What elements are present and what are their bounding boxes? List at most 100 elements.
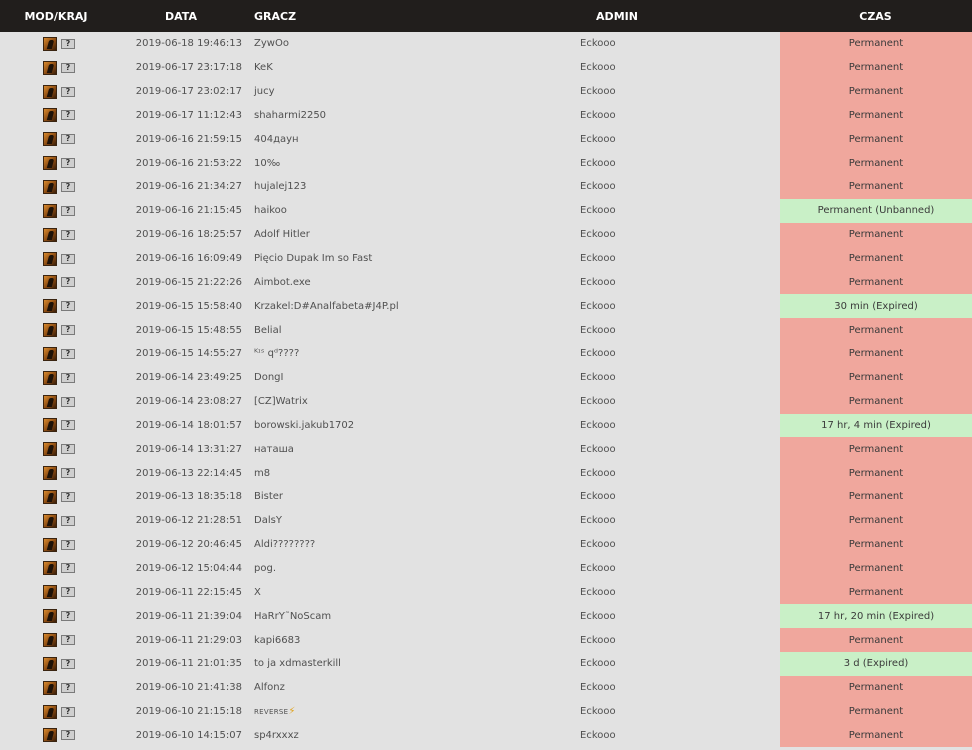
table-row[interactable]: ? 2019-06-11 21:01:35 to ja xdmasterkill Ec… xyxy=(0,651,972,676)
ban-length: Permanent xyxy=(780,341,972,366)
player-name[interactable]: Belial xyxy=(250,325,580,336)
table-row[interactable]: ? 2019-06-13 22:14:45 m8 Eckooo Permanent xyxy=(0,461,972,486)
unknown-flag-icon: ? xyxy=(61,682,75,693)
ban-date: 2019-06-11 21:39:04 xyxy=(135,610,242,622)
table-row[interactable]: ? 2019-06-16 21:59:15 404даун Eckooo Permane… xyxy=(0,127,972,152)
player-name[interactable]: REVERSE⚡ xyxy=(250,706,580,717)
table-row[interactable]: ? 2019-06-10 14:15:07 sp4rxxxz Eckooo Perman… xyxy=(0,723,972,748)
unknown-flag-icon: ? xyxy=(61,372,75,383)
player-name[interactable]: ᴷᶦˢ qᵈ???? xyxy=(250,348,580,359)
admin-name: Eckooo xyxy=(580,396,616,408)
player-name-text: Pięcio Dupak Im so Fast xyxy=(254,253,373,265)
mod-country-cell: ? xyxy=(0,513,112,528)
player-name[interactable]: KeK xyxy=(250,62,580,73)
player-name[interactable]: Aimbot.exe xyxy=(250,277,580,288)
table-row[interactable]: ? 2019-06-12 15:04:44 pog. Eckooo Permanent xyxy=(0,556,972,581)
ban-date: 2019-06-14 18:01:57 xyxy=(135,419,242,431)
player-name[interactable]: Bister xyxy=(250,491,580,502)
player-name[interactable]: haikoo xyxy=(250,205,580,216)
ban-length: Permanent xyxy=(780,222,972,247)
table-row[interactable]: ? 2019-06-16 21:34:27 hujalej123 Eckooo Perm… xyxy=(0,175,972,199)
mod-country-cell: ? xyxy=(0,466,112,481)
ban-date: 2019-06-13 18:35:18 xyxy=(135,491,242,503)
table-row[interactable]: ? 2019-06-11 21:39:04 HaRrY˜NoScam Eckooo 17… xyxy=(0,604,972,629)
table-row[interactable]: ? 2019-06-12 21:28:51 DalsY Eckooo Permanent xyxy=(0,508,972,533)
unknown-flag-icon: ? xyxy=(61,158,75,169)
ban-length: Permanent xyxy=(780,628,972,652)
mod-country-cell: ? xyxy=(0,680,112,695)
table-row[interactable]: ? 2019-06-15 15:48:55 Belial Eckooo Permanen… xyxy=(0,318,972,342)
ban-date: 2019-06-13 22:14:45 xyxy=(135,467,242,479)
player-name[interactable]: HaRrY˜NoScam xyxy=(250,611,580,622)
table-row[interactable]: ? 2019-06-15 15:58:40 Krzakel:D#Analfabeta… xyxy=(0,294,972,319)
mod-country-cell: ? xyxy=(0,179,112,194)
table-row[interactable]: ? 2019-06-18 19:46:13 ZywOo Eckooo Permanent xyxy=(0,32,972,56)
unknown-flag-icon: ? xyxy=(61,491,75,502)
player-name[interactable]: kapi6683 xyxy=(250,635,580,646)
column-header-admin[interactable]: ADMIN xyxy=(435,10,779,23)
table-row[interactable]: ? 2019-06-10 21:15:18 REVERSE⚡ Eckooo Perman… xyxy=(0,699,972,724)
table-row[interactable]: ? 2019-06-11 21:29:03 kapi6683 Eckooo Perman… xyxy=(0,628,972,652)
player-name[interactable]: sp4rxxxz xyxy=(250,730,580,741)
unknown-flag-icon: ? xyxy=(61,348,75,359)
admin-name: Eckooo xyxy=(580,300,616,312)
player-name[interactable]: shaharmi2250 xyxy=(250,110,580,121)
player-name[interactable]: pog. xyxy=(250,563,580,574)
unknown-flag-icon: ? xyxy=(61,301,75,312)
ban-date: 2019-06-15 15:58:40 xyxy=(135,300,242,312)
player-name[interactable]: borowski.jakub1702 xyxy=(250,420,580,431)
column-header-length[interactable]: CZAS xyxy=(779,10,972,23)
player-name[interactable]: [CZ]Watrix xyxy=(250,396,580,407)
unknown-flag-icon: ? xyxy=(61,539,75,550)
table-row[interactable]: ? 2019-06-14 23:49:25 DongI Eckooo Permanent xyxy=(0,365,972,390)
player-name[interactable]: DongI xyxy=(250,372,580,383)
player-name[interactable]: Aldi???????? xyxy=(250,539,580,550)
player-name[interactable]: to ja xdmasterkill xyxy=(250,658,580,669)
mod-country-cell: ? xyxy=(0,704,112,719)
ban-length: Permanent xyxy=(780,270,972,295)
table-row[interactable]: ? 2019-06-17 11:12:43 shaharmi2250 Eckooo Pe… xyxy=(0,103,972,128)
player-name-text: 10‰ xyxy=(254,157,281,169)
table-row[interactable]: ? 2019-06-12 20:46:45 Aldi???????? Eckooo Pe… xyxy=(0,532,972,557)
game-mod-icon xyxy=(43,466,57,481)
mod-country-cell: ? xyxy=(0,561,112,576)
player-name[interactable]: Pięcio Dupak Im so Fast xyxy=(250,253,580,264)
player-name[interactable]: m8 xyxy=(250,468,580,479)
table-row[interactable]: ? 2019-06-15 21:22:26 Aimbot.exe Eckooo Perm… xyxy=(0,270,972,295)
table-row[interactable]: ? 2019-06-11 22:15:45 X Eckooo Permanent xyxy=(0,580,972,605)
player-name[interactable]: 404даун xyxy=(250,134,580,145)
unknown-flag-icon: ? xyxy=(61,110,75,121)
table-row[interactable]: ? 2019-06-10 21:41:38 Alfonz Eckooo Permanen… xyxy=(0,675,972,700)
column-header-mod-country[interactable]: MOD/KRAJ xyxy=(0,10,112,23)
player-name[interactable]: наташа xyxy=(250,444,580,455)
player-name[interactable]: hujalej123 xyxy=(250,181,580,192)
player-name[interactable]: Krzakel:D#Analfabeta#J4P.pl xyxy=(250,301,580,312)
table-row[interactable]: ? 2019-06-16 21:15:45 haikoo Eckooo Permanen… xyxy=(0,198,972,223)
table-row[interactable]: ? 2019-06-14 18:01:57 borowski.jakub1702 Ec… xyxy=(0,413,972,438)
player-name[interactable]: jucy xyxy=(250,86,580,97)
table-row[interactable]: ? 2019-06-14 23:08:27 [CZ]Watrix Eckooo Perm… xyxy=(0,389,972,414)
table-row[interactable]: ? 2019-06-17 23:17:18 KeK Eckooo Permanent xyxy=(0,55,972,80)
table-row[interactable]: ? 2019-06-13 18:35:18 Bister Eckooo Permanen… xyxy=(0,485,972,509)
unknown-flag-icon: ? xyxy=(61,396,75,407)
column-header-date[interactable]: DATA xyxy=(112,10,250,23)
table-row[interactable]: ? 2019-06-17 23:02:17 jucy Eckooo Permanent xyxy=(0,79,972,104)
table-row[interactable]: ? 2019-06-16 21:53:22 10‰ Eckooo Permanent xyxy=(0,151,972,176)
table-row[interactable]: ? 2019-06-14 13:31:27 наташа Eckooo Permanen… xyxy=(0,437,972,462)
player-name[interactable]: X xyxy=(250,587,580,598)
player-name[interactable]: DalsY xyxy=(250,515,580,526)
table-row[interactable]: ? 2019-06-15 14:55:27 ᴷᶦˢ qᵈ???? Eckooo Perm… xyxy=(0,341,972,366)
ban-date: 2019-06-14 23:08:27 xyxy=(135,396,242,408)
game-mod-icon xyxy=(43,60,57,75)
ban-date: 2019-06-16 16:09:49 xyxy=(135,253,242,265)
player-name[interactable]: ZywOo xyxy=(250,38,580,49)
table-row[interactable]: ? 2019-06-16 16:09:49 Pięcio Dupak Im so F… xyxy=(0,246,972,271)
player-name[interactable]: 10‰ xyxy=(250,158,580,169)
player-name[interactable]: Alfonz xyxy=(250,682,580,693)
game-mod-icon xyxy=(43,275,57,290)
mod-country-cell: ? xyxy=(0,442,112,457)
game-mod-icon xyxy=(43,132,57,147)
table-row[interactable]: ? 2019-06-16 18:25:57 Adolf Hitler Eckooo Pe… xyxy=(0,222,972,247)
column-header-player[interactable]: GRACZ xyxy=(250,10,435,23)
player-name[interactable]: Adolf Hitler xyxy=(250,229,580,240)
